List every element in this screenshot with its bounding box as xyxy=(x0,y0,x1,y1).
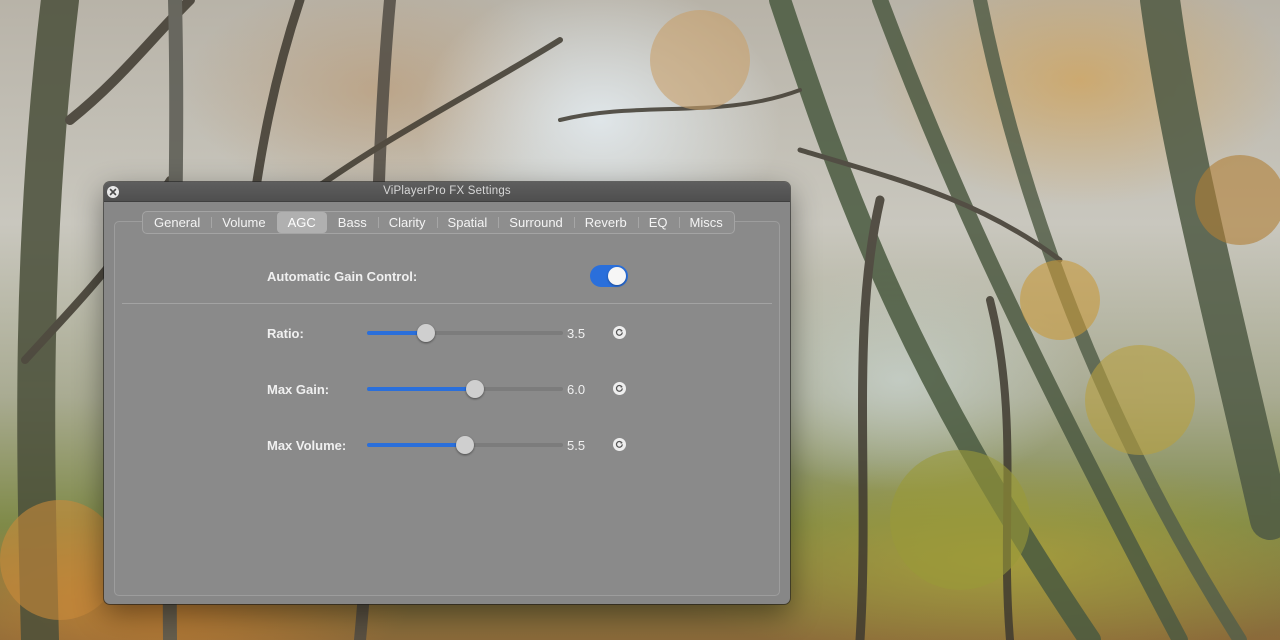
slider-thumb[interactable] xyxy=(465,380,484,398)
tab-reverb[interactable]: Reverb xyxy=(573,212,638,233)
window-title: ViPlayerPro FX Settings xyxy=(383,185,511,197)
tab-bass[interactable]: Bass xyxy=(327,212,378,233)
tab-volume[interactable]: Volume xyxy=(211,212,276,233)
tab-clarity[interactable]: Clarity xyxy=(377,212,437,233)
toggle-knob xyxy=(608,267,626,285)
max-gain-slider[interactable] xyxy=(367,380,563,398)
ratio-label: Ratio: xyxy=(267,326,304,341)
slider-thumb[interactable] xyxy=(416,324,435,342)
max-gain-label: Max Gain: xyxy=(267,382,330,397)
max-volume-reset-button[interactable] xyxy=(613,438,626,451)
settings-panel xyxy=(114,221,780,596)
max-volume-slider[interactable] xyxy=(367,436,563,454)
slider-thumb[interactable] xyxy=(456,436,474,454)
tab-miscs[interactable]: Miscs xyxy=(678,212,734,233)
reset-icon xyxy=(615,328,624,337)
max-volume-label: Max Volume: xyxy=(267,438,347,453)
max-gain-value: 6.0 xyxy=(567,382,586,397)
slider-fill xyxy=(367,387,475,391)
fx-settings-window: ViPlayerPro FX Settings General Volume A… xyxy=(104,182,790,604)
reset-icon xyxy=(615,384,624,393)
slider-fill xyxy=(367,443,465,447)
tab-general[interactable]: General xyxy=(143,212,211,233)
ratio-slider[interactable] xyxy=(367,324,563,342)
tab-surround[interactable]: Surround xyxy=(498,212,573,233)
max-volume-value: 5.5 xyxy=(567,438,586,453)
ratio-reset-button[interactable] xyxy=(613,326,626,339)
agc-toggle[interactable] xyxy=(590,265,628,287)
reset-icon xyxy=(615,440,624,449)
agc-label: Automatic Gain Control: xyxy=(267,269,418,284)
title-bar[interactable]: ViPlayerPro FX Settings xyxy=(104,182,790,202)
divider xyxy=(122,303,772,304)
tab-bar: General Volume AGC Bass Clarity Spatial … xyxy=(142,211,735,234)
max-gain-reset-button[interactable] xyxy=(613,382,626,395)
tab-agc[interactable]: AGC xyxy=(276,212,327,233)
ratio-value: 3.5 xyxy=(567,326,586,341)
tab-eq[interactable]: EQ xyxy=(637,212,679,233)
tab-spatial[interactable]: Spatial xyxy=(436,212,499,233)
